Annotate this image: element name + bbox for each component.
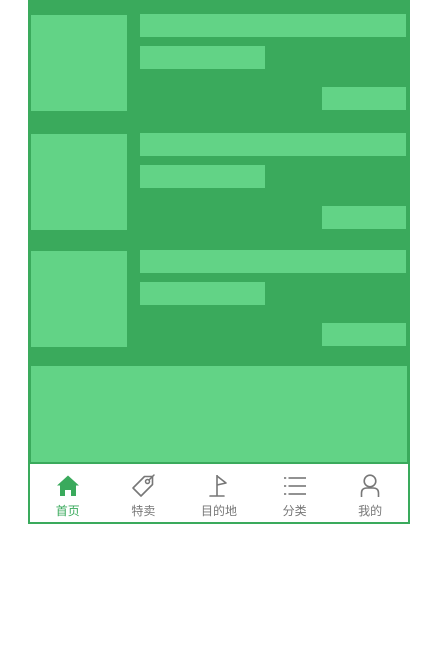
- tab-mine[interactable]: 我的: [333, 464, 408, 522]
- flag-icon: [205, 472, 233, 500]
- card-title-placeholder: [140, 14, 406, 37]
- home-icon: [54, 472, 82, 500]
- app-screen: 首页 特卖 目的地 分类 我的: [28, 0, 410, 524]
- tab-home[interactable]: 首页: [30, 464, 105, 522]
- banner-placeholder[interactable]: [31, 366, 407, 462]
- list-icon: [281, 472, 309, 500]
- card-price-placeholder: [322, 323, 406, 346]
- card-subtitle-placeholder: [140, 46, 265, 69]
- card-image-placeholder[interactable]: [31, 251, 127, 347]
- tab-label: 首页: [55, 504, 80, 518]
- card-price-placeholder: [322, 206, 406, 229]
- tab-label: 目的地: [200, 504, 237, 518]
- card-image-placeholder[interactable]: [31, 134, 127, 230]
- tab-category[interactable]: 分类: [257, 464, 332, 522]
- bottom-tab-bar: 首页 特卖 目的地 分类 我的: [30, 464, 408, 522]
- price-tag-icon: [129, 472, 157, 500]
- tab-sale[interactable]: 特卖: [106, 464, 181, 522]
- card-subtitle-placeholder: [140, 282, 265, 305]
- card-image-placeholder[interactable]: [31, 15, 127, 111]
- tab-label: 分类: [282, 504, 307, 518]
- card-price-placeholder: [322, 87, 406, 110]
- tab-label: 我的: [358, 504, 383, 518]
- card-subtitle-placeholder: [140, 165, 265, 188]
- tab-label: 特卖: [131, 504, 156, 518]
- user-icon: [356, 472, 384, 500]
- card-title-placeholder: [140, 250, 406, 273]
- card-title-placeholder: [140, 133, 406, 156]
- tab-destination[interactable]: 目的地: [181, 464, 256, 522]
